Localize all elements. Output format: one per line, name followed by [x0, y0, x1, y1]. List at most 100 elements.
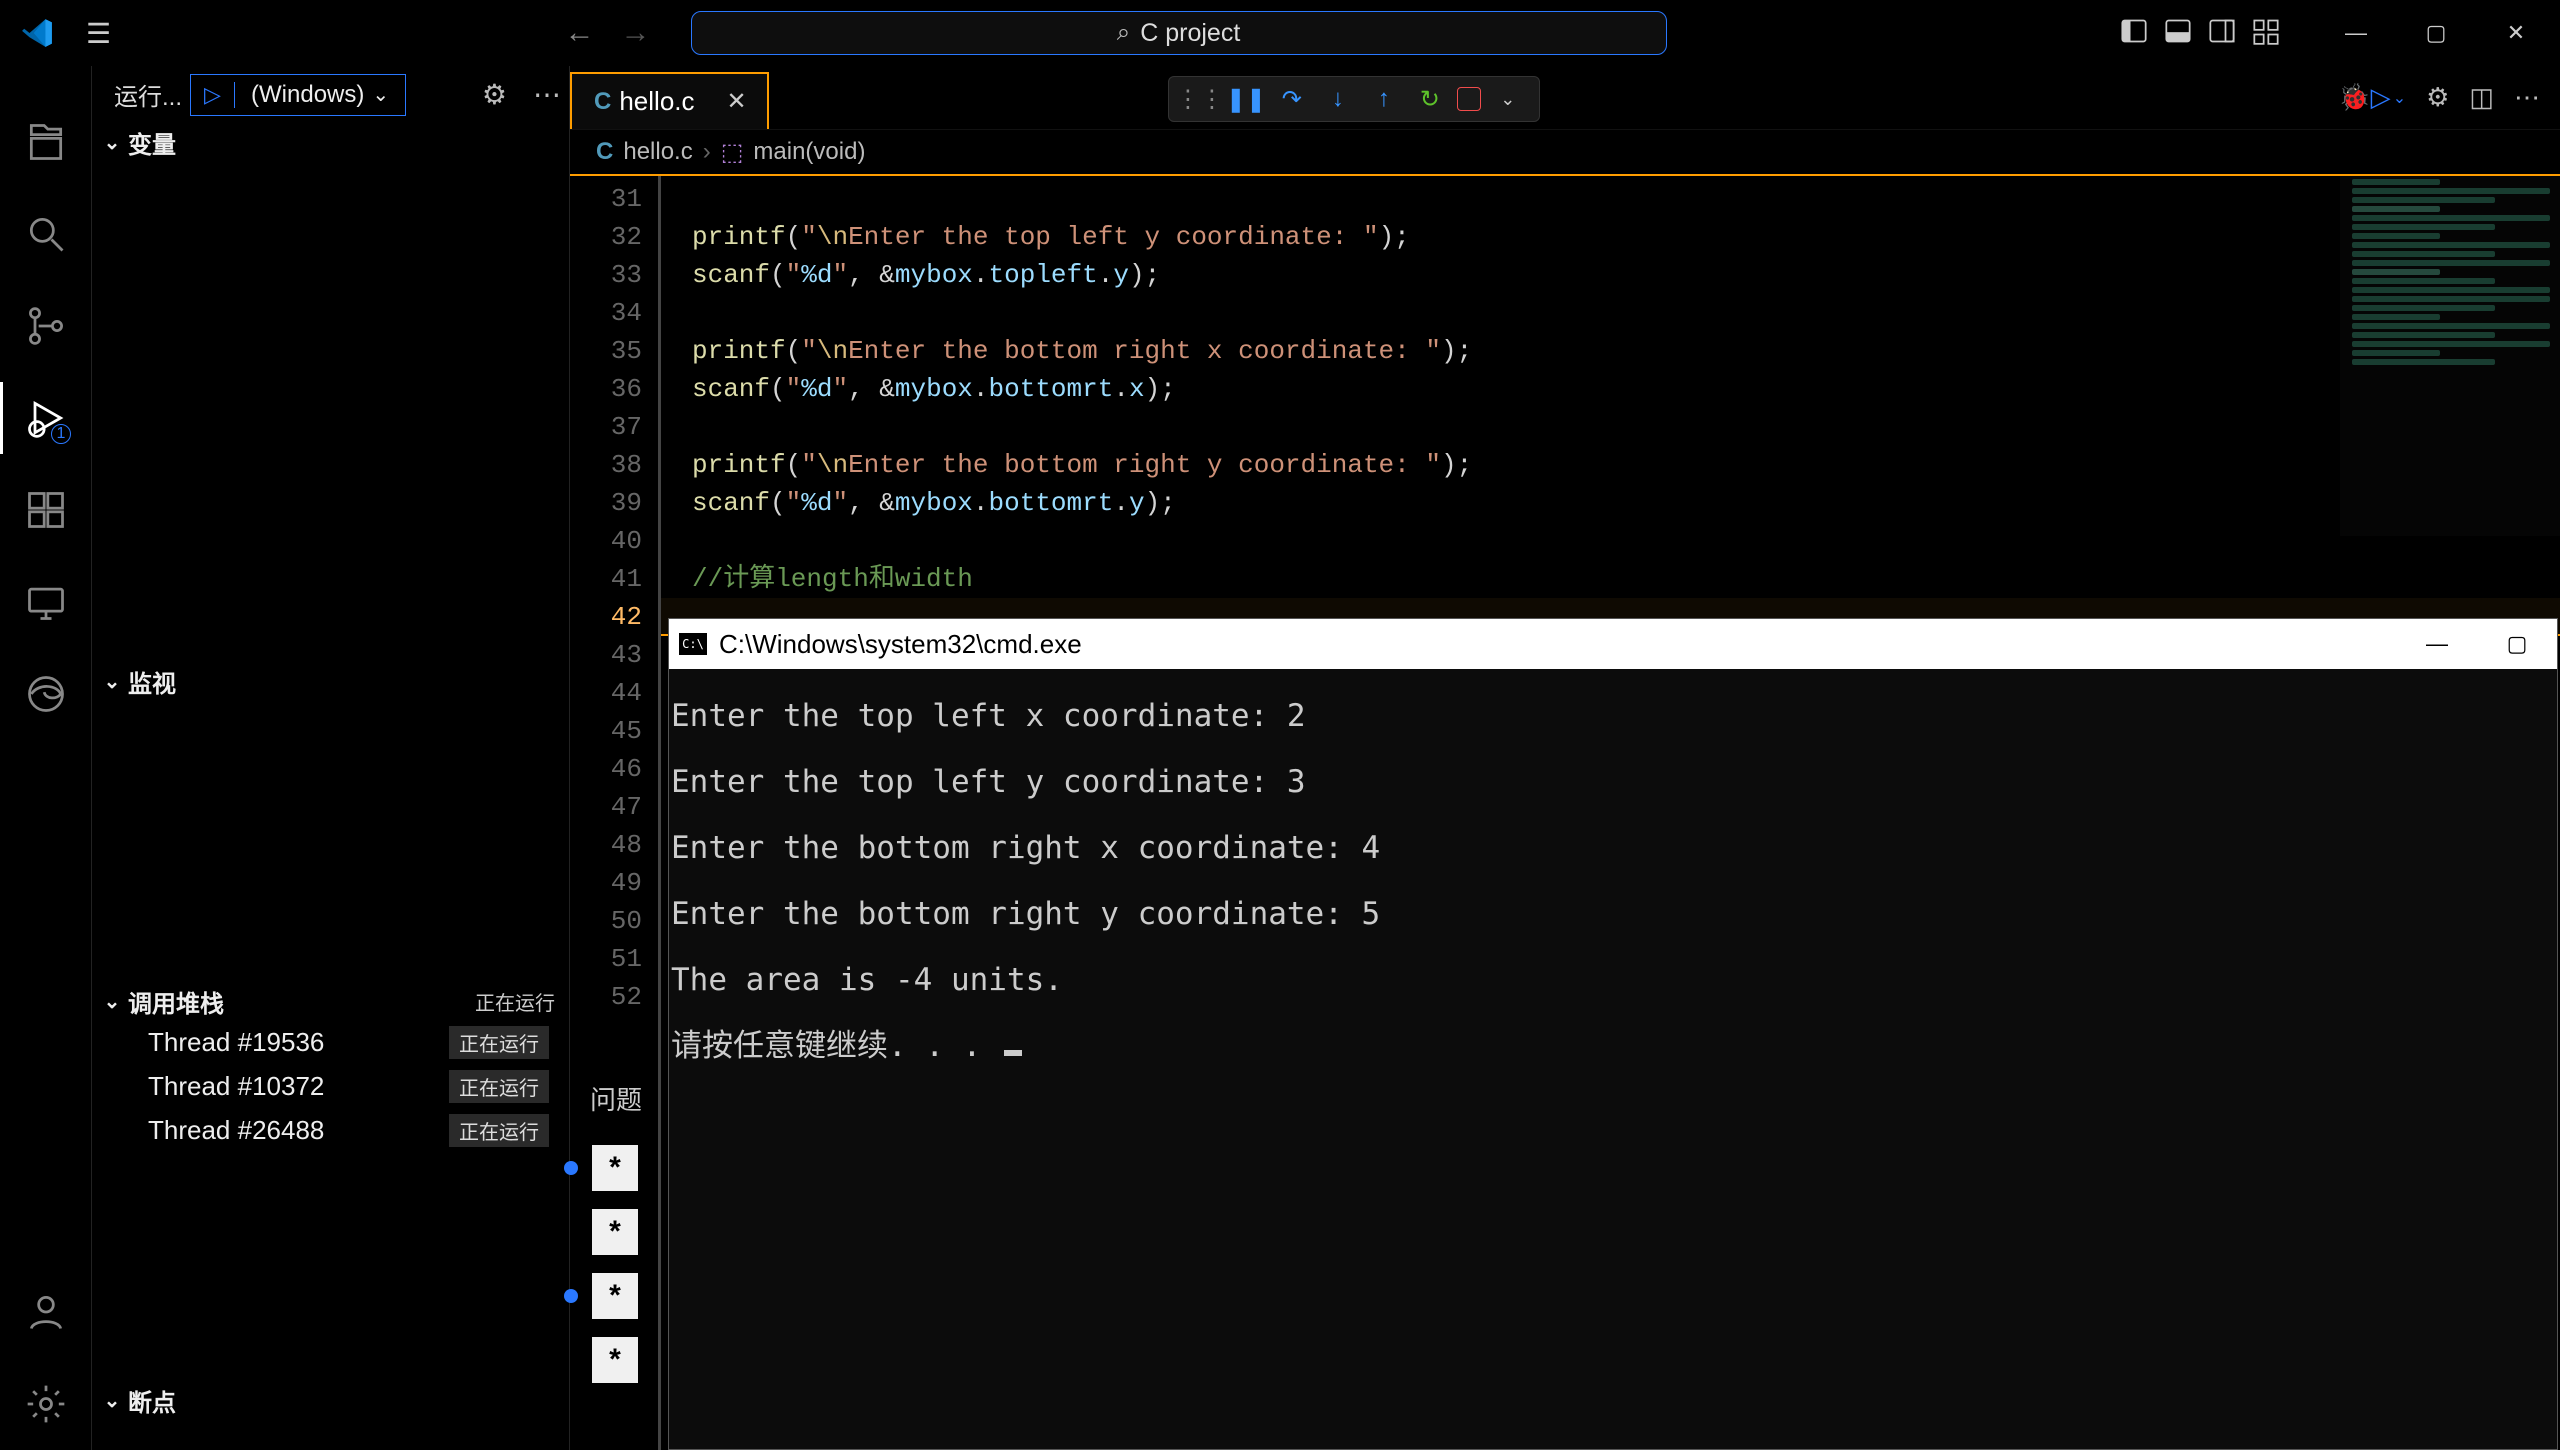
- debug-config-selector[interactable]: ▷ (Windows)⌄: [190, 74, 406, 116]
- section-variables-header[interactable]: ⌄ 变量: [92, 123, 569, 162]
- debug-settings-icon[interactable]: ⚙: [482, 78, 507, 111]
- debug-restart-icon[interactable]: ↻: [1411, 80, 1449, 118]
- cmd-titlebar[interactable]: C:\ C:\Windows\system32\cmd.exe — ▢: [669, 619, 2557, 669]
- callstack-status: 正在运行: [475, 987, 555, 1016]
- activity-search-icon[interactable]: [0, 188, 91, 280]
- code-line[interactable]: [658, 294, 2560, 332]
- cmd-line: Enter the top left x coordinate: 2: [671, 683, 2555, 749]
- line-number[interactable]: 46: [570, 750, 658, 788]
- cmd-title-text: C:\Windows\system32\cmd.exe: [719, 629, 1082, 660]
- code-line[interactable]: scanf("%d", &mybox.topleft.y);: [658, 256, 2560, 294]
- debug-panel-title: 运行...: [114, 77, 182, 112]
- window-minimize-button[interactable]: —: [2316, 0, 2396, 66]
- line-number[interactable]: 52: [570, 978, 658, 1016]
- debug-step-over-icon[interactable]: ↷: [1273, 80, 1311, 118]
- breadcrumb[interactable]: C hello.c › ⬚ main(void): [570, 130, 2560, 176]
- activity-extensions-icon[interactable]: [0, 464, 91, 556]
- code-line[interactable]: printf("\nEnter the top left y coordinat…: [658, 218, 2560, 256]
- code-line[interactable]: [658, 180, 2560, 218]
- thread-state: 正在运行: [449, 1070, 549, 1103]
- activity-scm-icon[interactable]: [0, 280, 91, 372]
- line-number[interactable]: 48: [570, 826, 658, 864]
- editor-settings-icon[interactable]: ⚙: [2426, 82, 2449, 113]
- code-line[interactable]: printf("\nEnter the bottom right y coord…: [658, 446, 2560, 484]
- window-maximize-button[interactable]: ▢: [2396, 0, 2476, 66]
- line-number[interactable]: 49: [570, 864, 658, 902]
- line-number[interactable]: 43: [570, 636, 658, 674]
- activity-debug-icon[interactable]: 1: [0, 372, 91, 464]
- search-icon: ⌕: [1117, 19, 1130, 47]
- line-number[interactable]: 31: [570, 180, 658, 218]
- line-number[interactable]: 35: [570, 332, 658, 370]
- thread-row[interactable]: Thread #26488正在运行: [92, 1109, 569, 1153]
- code-line[interactable]: [658, 408, 2560, 446]
- debug-step-out-icon[interactable]: ↑: [1365, 80, 1403, 118]
- cmd-minimize-button[interactable]: —: [2397, 619, 2477, 669]
- code-line[interactable]: //计算length和width: [658, 560, 2560, 598]
- problem-marker[interactable]: *: [592, 1145, 638, 1191]
- tab-close-icon[interactable]: ✕: [727, 87, 747, 116]
- line-number[interactable]: 40: [570, 522, 658, 560]
- breadcrumb-symbol[interactable]: main(void): [753, 138, 865, 166]
- activity-explorer-icon[interactable]: [0, 96, 91, 188]
- activity-remote-icon[interactable]: [0, 556, 91, 648]
- debug-stop-icon[interactable]: [1457, 87, 1481, 111]
- run-debug-toolbar-icon[interactable]: 🐞▷⌄: [2338, 82, 2406, 113]
- cmd-console-window[interactable]: C:\ C:\Windows\system32\cmd.exe — ▢ Ente…: [668, 618, 2558, 1450]
- hamburger-menu-icon[interactable]: ☰: [86, 17, 111, 50]
- thread-row[interactable]: Thread #10372正在运行: [92, 1065, 569, 1109]
- line-number[interactable]: 39: [570, 484, 658, 522]
- line-number[interactable]: 44: [570, 674, 658, 712]
- start-debug-icon[interactable]: ▷: [191, 82, 235, 108]
- line-number[interactable]: 42: [570, 598, 658, 636]
- section-callstack-header[interactable]: ⌄ 调用堆栈 正在运行: [92, 982, 569, 1021]
- toggle-secondary-sidebar-icon[interactable]: [2208, 17, 2236, 50]
- split-editor-icon[interactable]: ◫: [2469, 82, 2494, 113]
- problems-tab-label[interactable]: 问题: [570, 1072, 668, 1135]
- debug-floating-toolbar[interactable]: ⋮⋮ ❚❚ ↷ ↓ ↑ ↻ ⌄: [1168, 76, 1540, 122]
- line-number[interactable]: 34: [570, 294, 658, 332]
- editor-tab-hello-c[interactable]: C hello.c ✕: [570, 72, 769, 129]
- toggle-primary-sidebar-icon[interactable]: [2120, 17, 2148, 50]
- problem-marker[interactable]: *: [592, 1209, 638, 1255]
- activity-settings-icon[interactable]: [0, 1358, 91, 1450]
- line-number[interactable]: 45: [570, 712, 658, 750]
- code-line[interactable]: [658, 522, 2560, 560]
- line-number[interactable]: 51: [570, 940, 658, 978]
- window-close-button[interactable]: ✕: [2476, 0, 2556, 66]
- activity-account-icon[interactable]: [0, 1266, 91, 1358]
- nav-back-icon[interactable]: ←: [565, 16, 595, 50]
- line-number[interactable]: 37: [570, 408, 658, 446]
- code-line[interactable]: scanf("%d", &mybox.bottomrt.x);: [658, 370, 2560, 408]
- line-number[interactable]: 38: [570, 446, 658, 484]
- thread-row[interactable]: Thread #19536正在运行: [92, 1021, 569, 1065]
- activity-edge-icon[interactable]: [0, 648, 91, 740]
- c-file-icon: C: [594, 88, 611, 116]
- debug-step-into-icon[interactable]: ↓: [1319, 80, 1357, 118]
- chevron-down-icon[interactable]: ⌄: [1489, 80, 1527, 118]
- line-number[interactable]: 36: [570, 370, 658, 408]
- chevron-down-icon: ⌄: [100, 1388, 124, 1413]
- minimap[interactable]: [2340, 176, 2560, 536]
- drag-handle-icon[interactable]: ⋮⋮: [1181, 80, 1219, 118]
- line-number[interactable]: 41: [570, 560, 658, 598]
- editor-more-icon[interactable]: ⋯: [2514, 82, 2540, 113]
- cmd-maximize-button[interactable]: ▢: [2477, 619, 2557, 669]
- toggle-panel-icon[interactable]: [2164, 17, 2192, 50]
- nav-forward-icon[interactable]: →: [621, 16, 651, 50]
- debug-more-icon[interactable]: ⋯: [533, 78, 561, 111]
- line-number[interactable]: 50: [570, 902, 658, 940]
- line-number[interactable]: 32: [570, 218, 658, 256]
- section-watch-header[interactable]: ⌄ 监视: [92, 662, 569, 701]
- line-number[interactable]: 33: [570, 256, 658, 294]
- problem-marker[interactable]: *: [592, 1337, 638, 1383]
- breadcrumb-file[interactable]: hello.c: [623, 138, 692, 166]
- command-center-search[interactable]: ⌕ C project: [691, 11, 1667, 55]
- code-line[interactable]: printf("\nEnter the bottom right x coord…: [658, 332, 2560, 370]
- code-line[interactable]: scanf("%d", &mybox.bottomrt.y);: [658, 484, 2560, 522]
- section-breakpoints-header[interactable]: ⌄ 断点: [92, 1381, 569, 1420]
- problem-marker[interactable]: *: [592, 1273, 638, 1319]
- line-number[interactable]: 47: [570, 788, 658, 826]
- debug-pause-icon[interactable]: ❚❚: [1227, 80, 1265, 118]
- customize-layout-icon[interactable]: [2252, 17, 2280, 50]
